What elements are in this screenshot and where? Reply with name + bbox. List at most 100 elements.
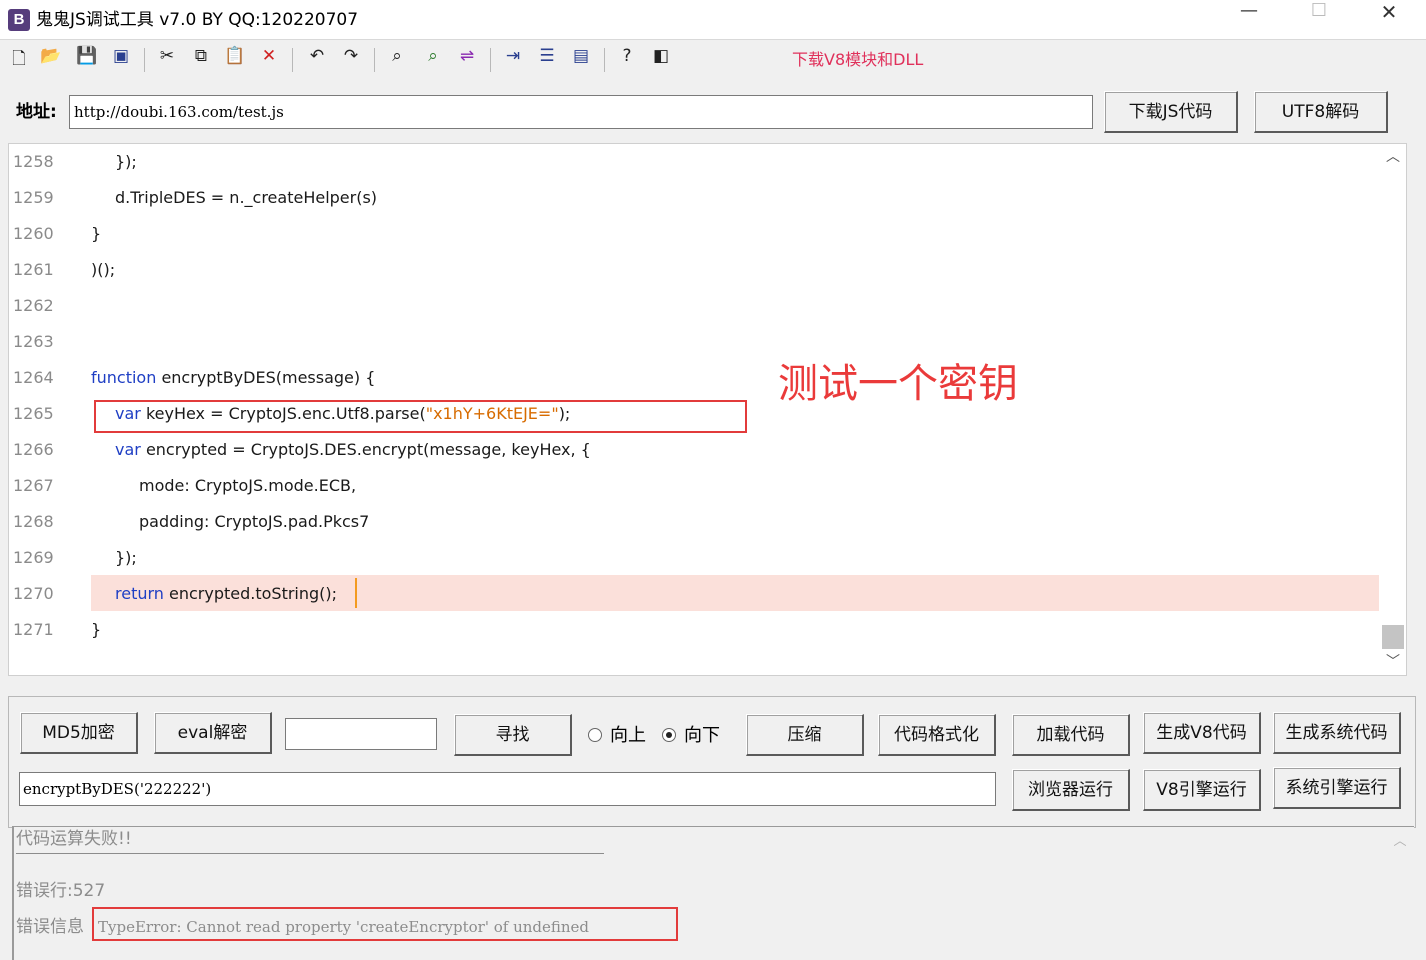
toolbar: 🗋 📂 💾 ▣ ✂ ⧉ 📋 ✕ ↶ ↷ ⌕ ⌕ ⇌ ⇥ ☰ ▤ ? ◧ [0,40,1426,80]
find-binoculars-icon[interactable]: ⌕ [384,46,410,72]
output-divider [16,853,604,854]
eval-decrypt-button[interactable]: eval解密 [154,712,272,754]
text-caret [355,578,357,608]
generate-v8-code-button[interactable]: 生成V8代码 [1143,712,1261,754]
line-code: d.TripleDES = n._createHelper(s) [115,188,377,207]
code-line: 1263 [9,332,1379,368]
line-code: padding: CryptoJS.pad.Pkcs7 [139,512,369,531]
generate-system-code-button[interactable]: 生成系统代码 [1273,712,1401,754]
undo-icon[interactable]: ↶ [304,46,330,72]
code-text: d.TripleDES = n._createHelper(s) [115,188,378,207]
compress-button[interactable]: 压缩 [746,714,864,756]
line-number: 1264 [13,368,54,387]
code-line: 1269}); [9,548,1379,584]
code-line: 1270 return encrypted.toString(); [9,584,1379,620]
line-number: 1259 [13,188,54,207]
delete-icon[interactable]: ✕ [256,46,282,72]
scroll-thumb[interactable] [1382,625,1404,649]
radio-up-label: 向上 [610,725,646,746]
window-title: 鬼鬼JS调试工具 v7.0 BY QQ:120220707 [36,10,359,30]
code-keyword: function [91,368,157,387]
window-icon[interactable]: ▤ [568,46,594,72]
code-line: 1261 )(); [9,260,1379,296]
annotation-text: 测试一个密钥 [778,361,1018,407]
replace-icon[interactable]: ⇌ [454,46,480,72]
load-code-button[interactable]: 加载代码 [1012,714,1130,756]
find-input[interactable] [285,718,437,750]
code-line: 1264 function encryptByDES(message) { [9,368,1379,404]
download-v8-link[interactable]: 下载V8模块和DLL [792,48,923,72]
output-error-info-label: 错误信息 [16,917,84,937]
editor-scrollbar[interactable]: ︿ ﹀ [1379,144,1406,675]
code-line: 1267 mode: CryptoJS.mode.ECB, [9,476,1379,512]
open-folder-icon[interactable]: 📂 [38,46,64,72]
utf8-decode-button[interactable]: UTF8解码 [1254,91,1388,133]
find-button[interactable]: 寻找 [454,714,572,756]
close-button[interactable]: ✕ [1354,0,1424,40]
code-line: 1259 d.TripleDES = n._createHelper(s) [9,188,1379,224]
browser-run-button[interactable]: 浏览器运行 [1012,769,1130,811]
output-error-line: 错误行:527 [16,881,106,901]
code-line: 1258}); [9,152,1379,188]
radio-down-dot[interactable] [662,728,676,742]
toolbar-separator [374,48,375,72]
code-line: 1268 padding: CryptoJS.pad.Pkcs7 [9,512,1379,548]
line-number: 1263 [13,332,54,351]
numbered-list-icon[interactable]: ☰ [534,46,560,72]
v8-engine-run-button[interactable]: V8引擎运行 [1143,769,1261,811]
panel-icon[interactable]: ◧ [648,46,674,72]
save-icon[interactable]: 💾 [74,46,100,72]
output-scroll-up-icon[interactable]: ︿ [1390,833,1410,851]
help-icon[interactable]: ? [614,46,640,72]
download-js-button[interactable]: 下载JS代码 [1104,91,1238,133]
line-number: 1261 [13,260,54,279]
line-number: 1270 [13,584,54,603]
md5-encrypt-button[interactable]: MD5加密 [20,712,138,754]
minimize-button[interactable]: — [1214,0,1284,40]
code-line: 1262 [9,296,1379,332]
line-code: }); [115,548,137,567]
indent-icon[interactable]: ⇥ [500,46,526,72]
format-code-button[interactable]: 代码格式化 [878,714,996,756]
code-text: encryptByDES(message) { [156,368,376,387]
code-text: padding: CryptoJS.pad.Pkcs7 [139,512,370,531]
new-file-icon[interactable]: 🗋 [6,46,32,72]
output-fail-text: 代码运算失败!! [16,829,132,849]
paste-icon[interactable]: 📋 [222,46,248,72]
radio-search-down[interactable]: 向下 [662,724,720,748]
line-code: mode: CryptoJS.mode.ECB, [139,476,356,495]
line-number: 1266 [13,440,54,459]
line-number: 1265 [13,404,54,423]
code-text: )(); [91,260,116,279]
code-line: 1266 var encrypted = CryptoJS.DES.encrypt… [9,440,1379,476]
line-number: 1258 [13,152,54,171]
line-code: return encrypted.toString(); [115,584,337,603]
redo-icon[interactable]: ↷ [338,46,364,72]
code-text: } [91,620,102,639]
code-line: 1271} [9,620,1379,656]
system-engine-run-button[interactable]: 系统引擎运行 [1273,767,1401,809]
keyhex-highlight-box [94,400,747,433]
app-icon: B [8,9,30,31]
command-input[interactable]: encryptByDES('222222') [19,772,996,806]
code-text: }); [115,152,137,171]
save-all-icon[interactable]: ▣ [108,46,134,72]
toolbar-separator [144,48,145,72]
maximize-button[interactable]: ☐ [1284,0,1354,40]
code-line: 1260} [9,224,1379,260]
line-number: 1267 [13,476,54,495]
find-next-icon[interactable]: ⌕ [420,46,446,72]
scroll-down-icon[interactable]: ﹀ [1379,651,1406,673]
radio-up-dot[interactable] [588,728,602,742]
cut-icon[interactable]: ✂ [154,46,180,72]
code-text: encrypted = CryptoJS.DES.encrypt(message… [140,440,591,459]
line-code: var encrypted = CryptoJS.DES.encrypt(mes… [115,440,591,459]
radio-down-label: 向下 [684,725,720,746]
copy-icon[interactable]: ⧉ [188,46,214,72]
line-code: } [91,224,101,243]
scroll-up-icon[interactable]: ︿ [1379,146,1406,168]
line-number: 1269 [13,548,54,567]
address-input[interactable]: http://doubi.163.com/test.js [69,95,1093,129]
radio-search-up[interactable]: 向上 [588,724,646,748]
code-text: mode: CryptoJS.mode.ECB, [139,476,357,495]
